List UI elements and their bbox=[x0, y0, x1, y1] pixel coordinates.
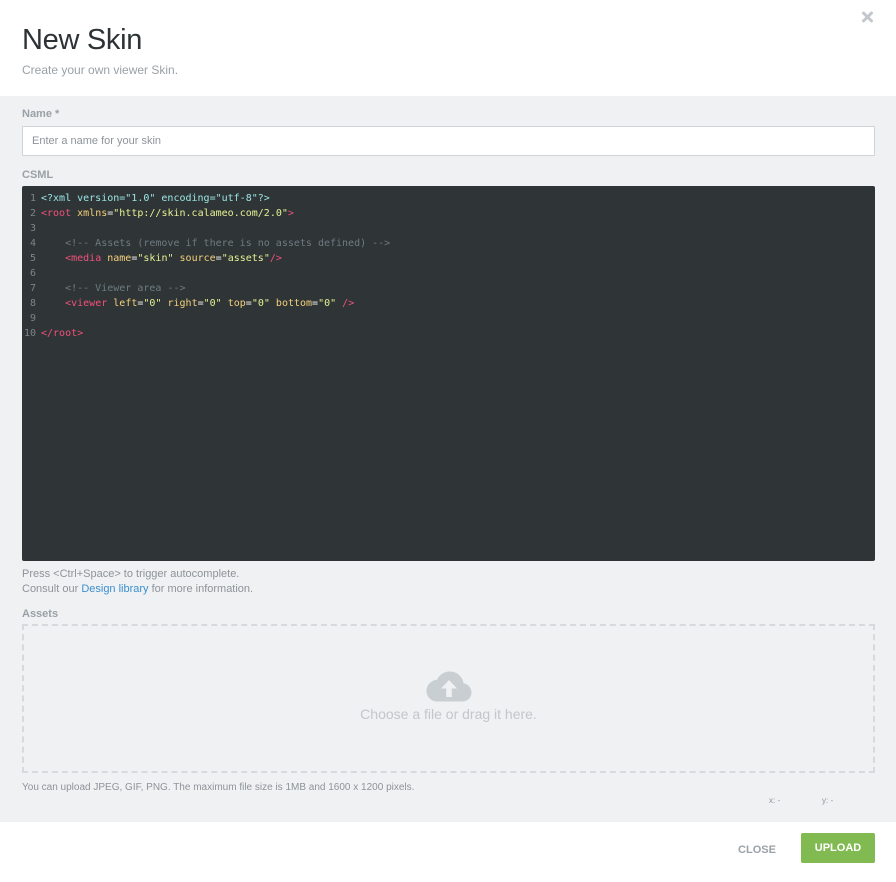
csml-code-editor[interactable]: 1 <?xml version="1.0" encoding="utf-8"?> 2… bbox=[22, 186, 875, 561]
line-number: 2 bbox=[29, 208, 36, 219]
assets-dropzone[interactable]: Choose a file or drag it here. bbox=[22, 624, 875, 773]
x-label: x: bbox=[769, 796, 776, 805]
dialog-subtitle: Create your own viewer Skin. bbox=[22, 63, 179, 77]
cloud-upload-icon bbox=[426, 671, 471, 701]
upload-note: You can upload JPEG, GIF, PNG. The maxim… bbox=[22, 782, 415, 793]
code-line[interactable]: 2 <root xmlns="http://skin.calameo.com/2.… bbox=[22, 206, 875, 221]
autocomplete-hint: Press <Ctrl+Space> to trigger autocomple… bbox=[22, 568, 240, 580]
code-text: <!-- Assets (remove if there is no asset… bbox=[41, 238, 391, 249]
line-number: 7 bbox=[29, 283, 36, 294]
code-line[interactable]: 1 <?xml version="1.0" encoding="utf-8"?> bbox=[22, 191, 875, 206]
code-line[interactable]: 5 <media name="skin" source="assets"/> bbox=[22, 251, 875, 266]
design-library-link[interactable]: Design library bbox=[81, 583, 148, 595]
code-line[interactable]: 8 <viewer left="0" right="0" top="0" bot… bbox=[22, 296, 875, 311]
line-number: 10 bbox=[23, 328, 36, 339]
y-value: - bbox=[830, 796, 834, 805]
y-coordinate: y: - bbox=[822, 796, 875, 805]
close-icon[interactable] bbox=[860, 10, 874, 24]
code-text: <?xml version="1.0" encoding="utf-8"?> bbox=[41, 193, 270, 204]
line-number: 6 bbox=[29, 268, 36, 279]
name-input[interactable] bbox=[22, 126, 875, 156]
code-line[interactable]: 3 bbox=[22, 221, 875, 236]
pointer-coordinates: x: - y: - bbox=[769, 796, 875, 805]
new-skin-dialog: New Skin Create your own viewer Skin. Na… bbox=[0, 0, 896, 882]
design-library-hint: Consult our Design library for more info… bbox=[22, 582, 875, 597]
line-number: 4 bbox=[29, 238, 36, 249]
code-text: <viewer left="0" right="0" top="0" botto… bbox=[65, 298, 355, 309]
line-number: 1 bbox=[29, 193, 36, 204]
code-text: <media name="skin" source="assets"/> bbox=[65, 253, 282, 264]
assets-label: Assets bbox=[22, 608, 59, 620]
dropzone-text: Choose a file or drag it here. bbox=[360, 705, 537, 722]
code-line[interactable]: 4 <!-- Assets (remove if there is no ass… bbox=[22, 236, 875, 251]
line-number: 3 bbox=[29, 223, 36, 234]
dialog-header: New Skin Create your own viewer Skin. bbox=[0, 0, 896, 96]
code-line[interactable]: 10 </root> bbox=[22, 326, 875, 341]
dialog-body: Name * CSML 1 <?xml version="1.0" encodin… bbox=[0, 96, 896, 822]
hint-suffix: for more information. bbox=[148, 583, 254, 595]
dialog-title: New Skin bbox=[22, 24, 143, 56]
code-text: <root xmlns="http://skin.calameo.com/2.0… bbox=[41, 208, 294, 219]
code-text: <!-- Viewer area --> bbox=[41, 283, 186, 294]
name-label: Name * bbox=[22, 108, 60, 120]
x-value: - bbox=[777, 796, 781, 805]
line-number: 8 bbox=[29, 298, 36, 309]
code-line[interactable]: 9 bbox=[22, 311, 875, 326]
line-number: 5 bbox=[29, 253, 36, 264]
y-label: y: bbox=[822, 796, 829, 805]
code-text: </root> bbox=[41, 328, 84, 339]
code-line[interactable]: 7 <!-- Viewer area --> bbox=[22, 281, 875, 296]
close-button[interactable]: CLOSE bbox=[733, 836, 781, 864]
code-line[interactable]: 6 bbox=[22, 266, 875, 281]
dialog-footer: CLOSE UPLOAD bbox=[0, 822, 896, 882]
csml-label: CSML bbox=[22, 169, 54, 181]
x-coordinate: x: - bbox=[769, 796, 822, 805]
upload-button[interactable]: UPLOAD bbox=[801, 833, 875, 863]
line-number: 9 bbox=[29, 313, 36, 324]
hint-prefix: Consult our bbox=[22, 583, 82, 595]
